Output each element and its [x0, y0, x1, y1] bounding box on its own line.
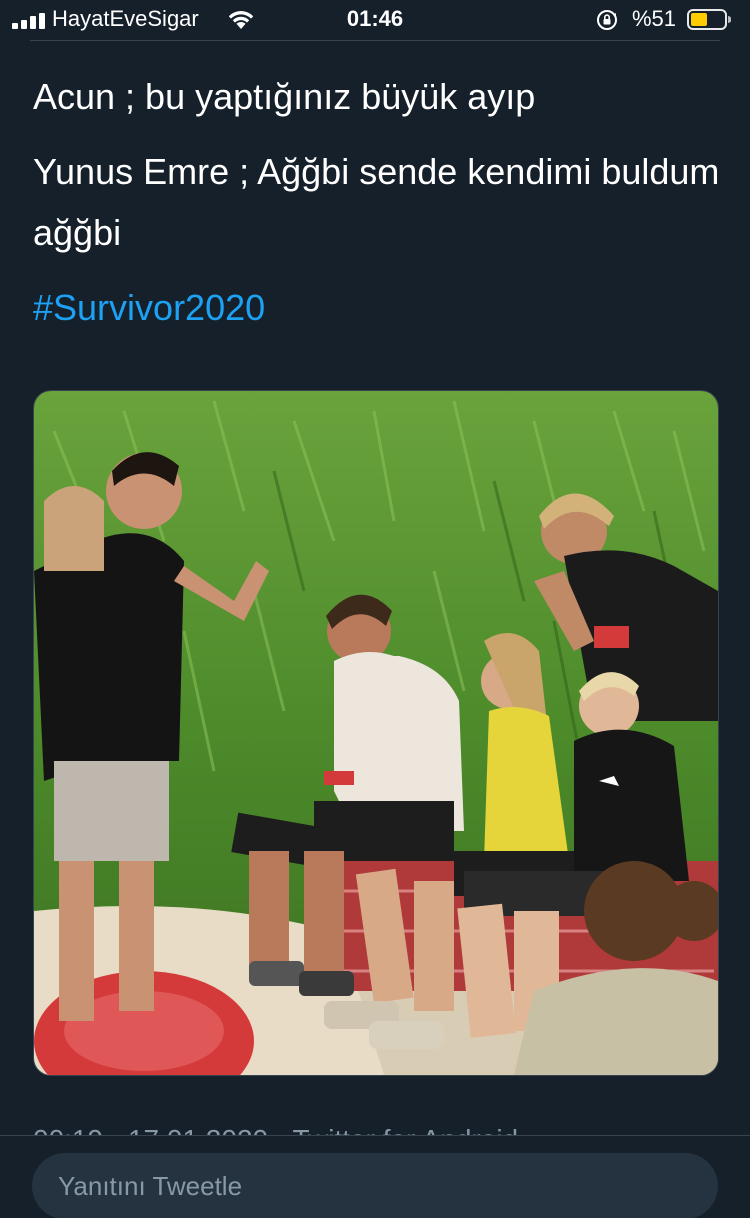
tweet-line-1: Acun ; bu yaptığınız büyük ayıp [33, 76, 536, 117]
status-divider [30, 40, 720, 41]
tweet-text: Acun ; bu yaptığınız büyük ayıp Yunus Em… [33, 66, 723, 352]
reply-input[interactable] [32, 1153, 718, 1218]
orientation-lock-icon [597, 10, 617, 30]
tweet-detail-screen: HayatEveSigar 01:46 %51 Acun ; bu yaptığ… [0, 0, 750, 1218]
tweet-line-2: Yunus Emre ; Ağğbi sende kendimi buldum … [33, 151, 720, 253]
status-bar: HayatEveSigar 01:46 %51 [0, 0, 750, 40]
battery-icon [687, 9, 731, 30]
photo-scene [34, 391, 718, 1075]
reply-bar [0, 1135, 750, 1218]
battery-percent: %51 [632, 6, 677, 31]
tweet-photo[interactable] [33, 390, 719, 1076]
hashtag-link[interactable]: #Survivor2020 [33, 277, 723, 338]
